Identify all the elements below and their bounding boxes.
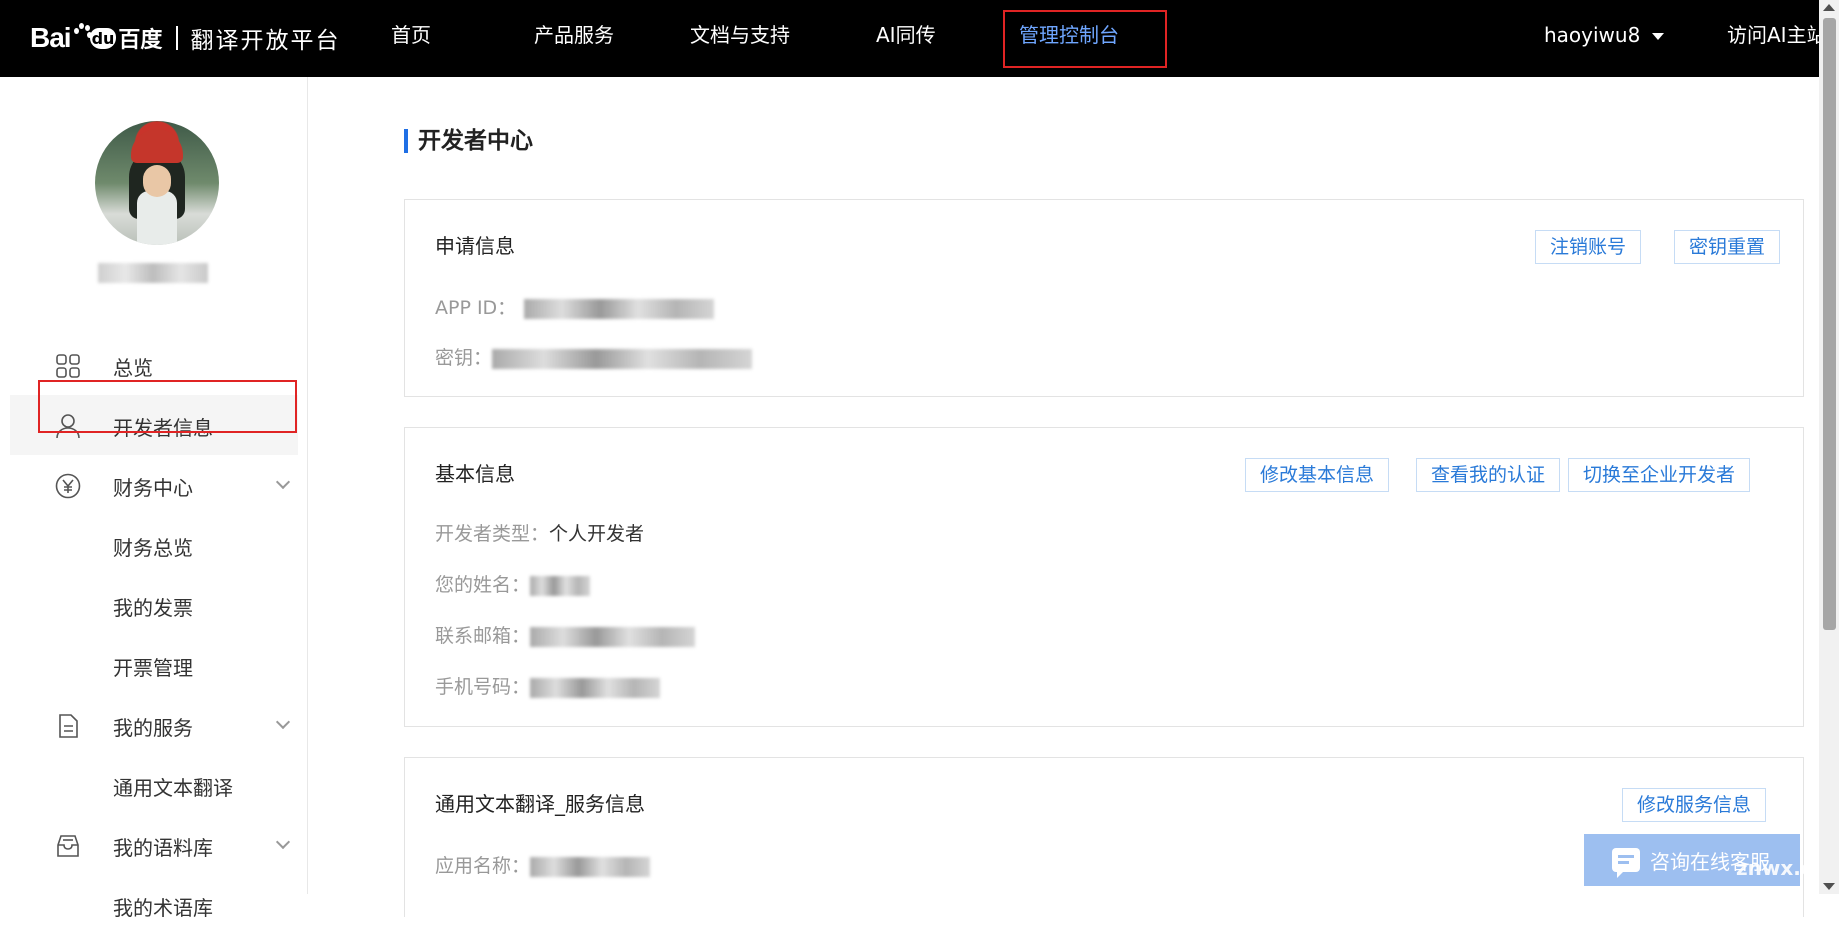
sidebar-subitem-label: 我的术语库 — [113, 896, 213, 920]
yen-icon — [55, 473, 81, 499]
blurred-value — [530, 626, 696, 647]
field-label: 密钥： — [435, 347, 493, 369]
sidebar-item-finance-center[interactable]: 财务中心 — [0, 455, 308, 515]
sidebar-item-label: 总览 — [113, 356, 153, 380]
sidebar-item-label: 我的服务 — [113, 716, 193, 740]
nav-products[interactable]: 产品服务 — [534, 0, 614, 70]
developer-info-highlight-box — [38, 380, 297, 433]
sidebar-subitem-label: 通用文本翻译 — [113, 776, 233, 800]
cancel-account-button[interactable]: 注销账号 — [1535, 230, 1642, 264]
name-field: 您的姓名： — [435, 570, 591, 597]
username: haoyiwu8 — [1544, 23, 1641, 47]
field-label: 应用名称： — [435, 855, 531, 877]
sidebar-subitem-label: 我的发票 — [113, 596, 193, 620]
reset-key-button[interactable]: 密钥重置 — [1674, 230, 1781, 264]
sidebar: 总览 开发者信息 财务中心 财务总览 我的发票 开票管理 我的服务 通用文本翻译… — [0, 77, 308, 920]
user-menu[interactable]: haoyiwu8 — [1544, 0, 1665, 70]
app-id-field: APP ID： — [435, 293, 715, 320]
scroll-down-arrow-icon[interactable] — [1823, 883, 1835, 890]
sidebar-subitem-invoice-management[interactable]: 开票管理 — [0, 635, 308, 695]
inbox-icon — [57, 835, 79, 857]
field-label: 联系邮箱： — [435, 625, 531, 647]
site-watermark: znwx.cn — [1736, 856, 1827, 880]
sidebar-subitem-label: 财务总览 — [113, 536, 193, 560]
card-title: 通用文本翻译_服务信息 — [435, 792, 645, 816]
field-label: 您的姓名： — [435, 574, 531, 596]
page-title: 开发者中心 — [404, 129, 533, 153]
sidebar-subitem-label: 开票管理 — [113, 656, 193, 680]
logo-latin-text: Bai — [30, 22, 72, 53]
page-scrollbar[interactable] — [1819, 0, 1839, 894]
field-label: 手机号码： — [435, 676, 531, 698]
nav-docs-support[interactable]: 文档与支持 — [690, 0, 790, 70]
sidebar-item-label: 财务中心 — [113, 476, 193, 500]
field-label: 开发者类型： — [435, 523, 550, 545]
blurred-value — [524, 298, 715, 319]
visit-ai-site-link[interactable]: 访问AI主站 — [1727, 0, 1827, 70]
application-info-card: 申请信息 注销账号 密钥重置 APP ID： 密钥： — [404, 199, 1804, 397]
scrollbar-thumb[interactable] — [1823, 18, 1836, 630]
field-label: APP ID： — [435, 297, 517, 319]
blurred-value — [530, 677, 661, 698]
sidebar-subitem-general-text-translation[interactable]: 通用文本翻译 — [0, 755, 308, 815]
view-certification-button[interactable]: 查看我的认证 — [1416, 458, 1561, 492]
avatar[interactable] — [95, 121, 219, 245]
sidebar-subitem-my-invoices[interactable]: 我的发票 — [0, 575, 308, 635]
chat-bubble-icon — [1612, 848, 1640, 878]
blurred-value — [492, 348, 753, 369]
caret-down-icon — [1652, 33, 1665, 40]
grid-icon — [56, 354, 80, 378]
baidu-logo[interactable]: Bai du 百度 翻译开放平台 — [30, 18, 340, 58]
scroll-up-arrow-icon[interactable] — [1823, 4, 1835, 11]
sidebar-subitem-my-terminology[interactable]: 我的术语库 — [0, 875, 308, 935]
platform-title: 翻译开放平台 — [190, 28, 341, 54]
card-title: 基本信息 — [435, 462, 515, 486]
sidebar-username-blurred — [98, 263, 208, 283]
chevron-down-icon[interactable] — [275, 834, 291, 850]
edit-basic-info-button[interactable]: 修改基本信息 — [1245, 458, 1390, 492]
sidebar-item-my-services[interactable]: 我的服务 — [0, 695, 308, 755]
console-highlight-box — [1003, 10, 1167, 68]
key-field: 密钥： — [435, 343, 753, 370]
phone-field: 手机号码： — [435, 672, 661, 699]
logo-du-text: du — [89, 27, 117, 49]
sidebar-subitem-finance-overview[interactable]: 财务总览 — [0, 515, 308, 575]
sidebar-item-label: 我的语料库 — [113, 836, 213, 860]
nav-home[interactable]: 首页 — [391, 0, 431, 70]
chevron-down-icon[interactable] — [275, 474, 291, 490]
card-title: 申请信息 — [435, 234, 515, 258]
chevron-down-icon[interactable] — [275, 714, 291, 730]
logo-cn-text: 百度 — [118, 28, 163, 53]
email-field: 联系邮箱： — [435, 621, 696, 648]
edit-service-info-button[interactable]: 修改服务信息 — [1622, 788, 1767, 822]
basic-info-card: 基本信息 修改基本信息 查看我的认证 切换至企业开发者 开发者类型：个人开发者 … — [404, 427, 1804, 727]
document-icon — [59, 714, 78, 738]
switch-enterprise-button[interactable]: 切换至企业开发者 — [1568, 458, 1751, 492]
sidebar-item-my-corpus[interactable]: 我的语料库 — [0, 815, 308, 875]
blurred-value — [530, 856, 651, 877]
app-name-field: 应用名称： — [435, 851, 651, 878]
top-navigation-bar: Bai du 百度 翻译开放平台 首页 产品服务 文档与支持 AI同传 管理控制… — [0, 0, 1827, 77]
blurred-value — [530, 575, 591, 596]
logo-divider — [176, 26, 179, 50]
nav-ai-interpretation[interactable]: AI同传 — [876, 0, 936, 70]
developer-type-value: 个人开发者 — [549, 523, 645, 545]
developer-type-field: 开发者类型：个人开发者 — [435, 519, 644, 546]
main-content: 开发者中心 申请信息 注销账号 密钥重置 APP ID： 密钥： 基本信息 修改… — [308, 77, 1819, 917]
paw-icon — [72, 22, 92, 44]
